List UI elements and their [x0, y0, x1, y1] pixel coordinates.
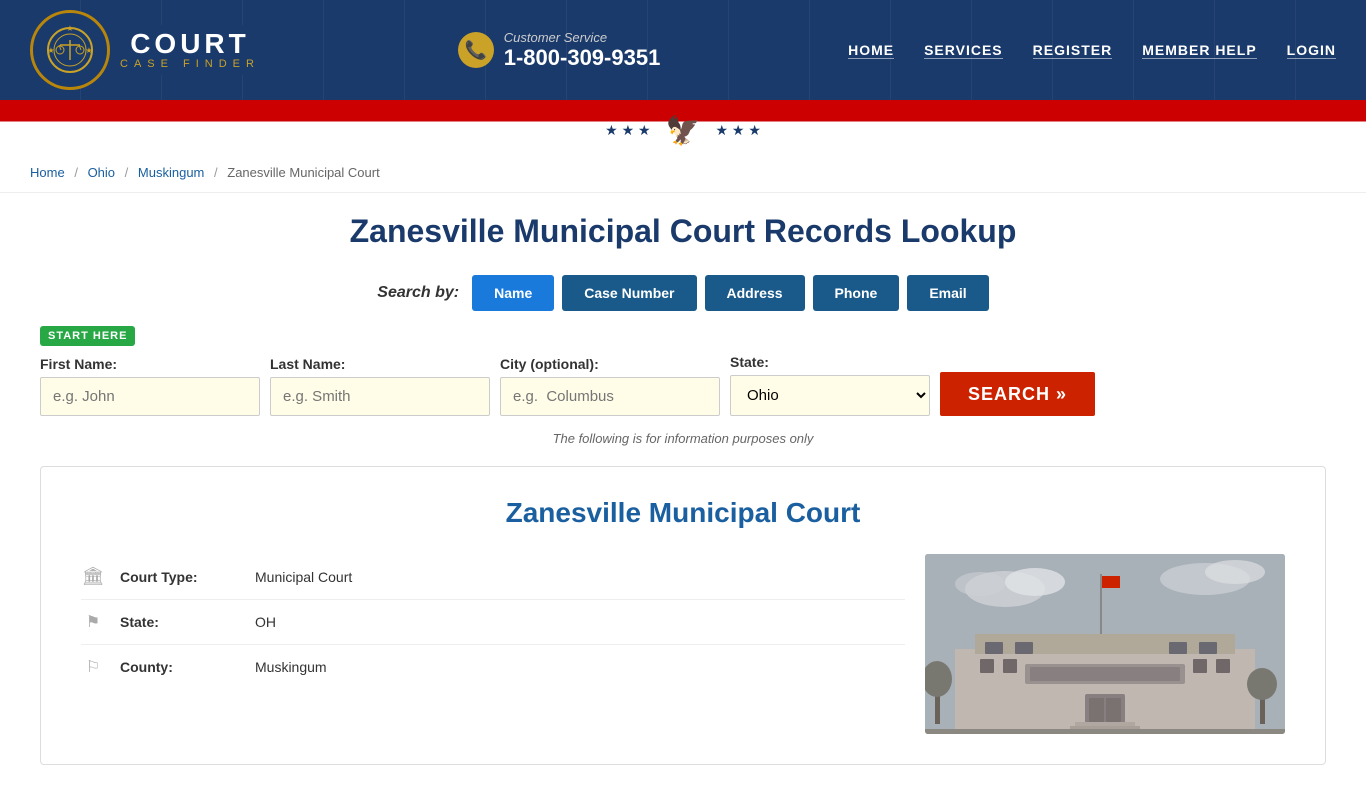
- breadcrumb-ohio[interactable]: Ohio: [88, 165, 115, 180]
- state-icon: ⚑: [81, 612, 105, 632]
- nav-login[interactable]: LOGIN: [1287, 42, 1336, 59]
- court-type-label: Court Type:: [120, 569, 240, 585]
- page-title: Zanesville Municipal Court Records Looku…: [40, 213, 1326, 250]
- court-state-row: ⚑ State: OH: [81, 600, 905, 645]
- state-group: State: AlabamaAlaskaArizonaArkansasCalif…: [730, 354, 930, 416]
- svg-text:★: ★: [66, 25, 73, 33]
- city-group: City (optional):: [500, 356, 720, 416]
- start-here-badge: START HERE: [40, 326, 135, 346]
- court-building-image: [925, 554, 1285, 734]
- site-header: ★ ★ ★ COURT CASE FINDER 📞 Customer Servi…: [0, 0, 1366, 100]
- city-input[interactable]: [500, 377, 720, 416]
- county-row-label: County:: [120, 659, 240, 675]
- search-by-row: Search by: Name Case Number Address Phon…: [40, 275, 1326, 311]
- state-row-value: OH: [255, 614, 276, 630]
- info-text: The following is for information purpose…: [40, 431, 1326, 446]
- court-info-body: 🏛 Court Type: Municipal Court ⚑ State: O…: [81, 554, 1285, 734]
- tab-case-number[interactable]: Case Number: [562, 275, 696, 311]
- nav-register[interactable]: REGISTER: [1033, 42, 1113, 59]
- logo-icon: ★ ★ ★: [30, 10, 110, 90]
- main-content: Zanesville Municipal Court Records Looku…: [0, 193, 1366, 785]
- tab-name[interactable]: Name: [472, 275, 554, 311]
- city-label: City (optional):: [500, 356, 720, 372]
- phone-icon: 📞: [458, 32, 494, 68]
- court-type-value: Municipal Court: [255, 569, 352, 585]
- logo-area: ★ ★ ★ COURT CASE FINDER: [30, 10, 270, 90]
- breadcrumb-home[interactable]: Home: [30, 165, 65, 180]
- tab-address[interactable]: Address: [705, 275, 805, 311]
- red-banner-strip: [0, 100, 1366, 108]
- stars-left: ★ ★ ★: [605, 122, 650, 139]
- nav-member-help[interactable]: MEMBER HELP: [1142, 42, 1256, 59]
- search-by-label: Search by:: [377, 284, 459, 302]
- eagle-strip: ★ ★ ★ 🦅 ★ ★ ★: [0, 108, 1366, 153]
- county-row-value: Muskingum: [255, 659, 327, 675]
- state-select[interactable]: AlabamaAlaskaArizonaArkansasCaliforniaCo…: [730, 375, 930, 416]
- court-card-title: Zanesville Municipal Court: [81, 497, 1285, 529]
- last-name-group: Last Name:: [270, 356, 490, 416]
- breadcrumb-current: Zanesville Municipal Court: [227, 165, 379, 180]
- phone-area: 📞 Customer Service 1-800-309-9351: [458, 30, 661, 71]
- stars-right: ★ ★ ★: [715, 122, 760, 139]
- state-label: State:: [730, 354, 930, 370]
- court-card: Zanesville Municipal Court 🏛 Court Type:…: [40, 466, 1326, 765]
- court-type-row: 🏛 Court Type: Municipal Court: [81, 554, 905, 600]
- nav-services[interactable]: SERVICES: [924, 42, 1003, 59]
- search-form-row: First Name: Last Name: City (optional): …: [40, 354, 1326, 416]
- phone-info: Customer Service 1-800-309-9351: [504, 30, 661, 71]
- logo-text: COURT CASE FINDER: [110, 25, 270, 75]
- logo-sub-text: CASE FINDER: [120, 58, 260, 70]
- breadcrumb-sep-2: /: [125, 165, 129, 180]
- phone-number: 1-800-309-9351: [504, 45, 661, 71]
- svg-text:★: ★: [85, 46, 92, 55]
- customer-service-label: Customer Service: [504, 30, 661, 45]
- court-type-icon: 🏛: [81, 566, 105, 587]
- first-name-label: First Name:: [40, 356, 260, 372]
- county-icon: ⚐: [81, 657, 105, 677]
- search-form-area: START HERE First Name: Last Name: City (…: [40, 326, 1326, 416]
- tab-email[interactable]: Email: [907, 275, 988, 311]
- breadcrumb-muskingum[interactable]: Muskingum: [138, 165, 204, 180]
- last-name-label: Last Name:: [270, 356, 490, 372]
- court-county-row: ⚐ County: Muskingum: [81, 645, 905, 689]
- state-row-label: State:: [120, 614, 240, 630]
- search-button[interactable]: SEARCH »: [940, 372, 1095, 416]
- breadcrumb-sep-3: /: [214, 165, 218, 180]
- first-name-group: First Name:: [40, 356, 260, 416]
- main-nav: HOME SERVICES REGISTER MEMBER HELP LOGIN: [848, 42, 1336, 59]
- last-name-input[interactable]: [270, 377, 490, 416]
- svg-text:★: ★: [47, 46, 54, 55]
- first-name-input[interactable]: [40, 377, 260, 416]
- tab-phone[interactable]: Phone: [813, 275, 900, 311]
- breadcrumb: Home / Ohio / Muskingum / Zanesville Mun…: [0, 153, 1366, 193]
- eagle-icon: 🦅: [666, 114, 701, 147]
- nav-home[interactable]: HOME: [848, 42, 894, 59]
- breadcrumb-sep-1: /: [74, 165, 78, 180]
- court-info-left: 🏛 Court Type: Municipal Court ⚑ State: O…: [81, 554, 905, 734]
- logo-main-text: COURT: [120, 30, 260, 58]
- eagle-content: ★ ★ ★ 🦅 ★ ★ ★: [605, 114, 761, 147]
